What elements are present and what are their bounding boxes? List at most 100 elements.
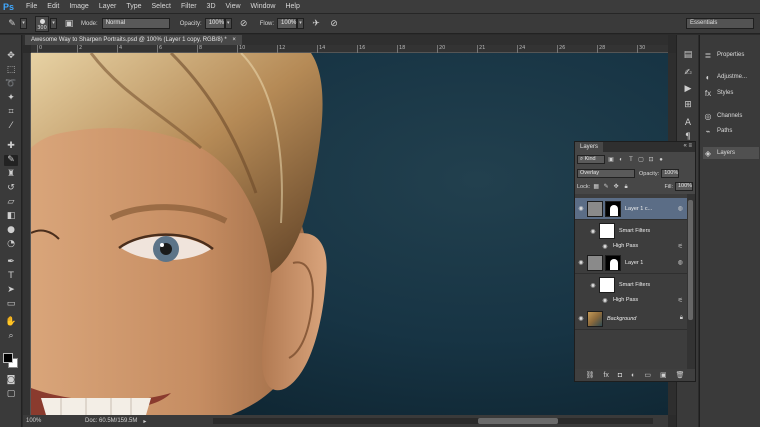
hand-tool-icon[interactable]: ✋ bbox=[4, 317, 18, 328]
pressure-opacity-icon[interactable]: ⊘ bbox=[238, 18, 250, 30]
layer-row-layer-1-copy[interactable]: ◉ Layer 1 c... ◍ bbox=[575, 198, 687, 220]
navigator-panel-icon[interactable]: ⊞ bbox=[682, 99, 694, 111]
smart-filter-mask-thumbnail[interactable] bbox=[599, 223, 615, 239]
screen-mode-icon[interactable]: ▢ bbox=[4, 389, 18, 400]
character-panel-icon[interactable]: A bbox=[682, 117, 694, 129]
dock-paths[interactable]: ⌁ Paths bbox=[703, 125, 759, 137]
dock-properties[interactable]: ≣ Properties bbox=[703, 49, 759, 61]
eyedropper-tool-icon[interactable]: ⁄ bbox=[4, 121, 18, 132]
brush-tool-icon[interactable]: ✎ bbox=[6, 18, 18, 30]
eraser-tool-icon[interactable]: ▱ bbox=[4, 197, 18, 208]
visibility-eye-icon[interactable]: ◉ bbox=[587, 282, 599, 289]
layers-scrollbar[interactable] bbox=[687, 194, 695, 369]
dock-adjustments[interactable]: ◐ Adjustme... bbox=[703, 71, 759, 83]
layer-opacity-field[interactable]: 100% bbox=[661, 169, 680, 178]
layers-tab[interactable]: Layers bbox=[575, 142, 604, 152]
status-arrow-icon[interactable]: ▸ bbox=[143, 418, 146, 425]
zoom-level[interactable]: 100% bbox=[23, 418, 45, 424]
flow-dropdown[interactable]: ▾ bbox=[297, 18, 305, 29]
flow-field[interactable]: 100% bbox=[277, 18, 298, 29]
path-select-tool-icon[interactable]: ➤ bbox=[4, 285, 18, 296]
layer-row-background[interactable]: ◉ Background 🔒︎ bbox=[575, 308, 687, 330]
pressure-size-icon[interactable]: ⊘ bbox=[328, 18, 340, 30]
visibility-eye-icon[interactable]: ◉ bbox=[575, 205, 587, 212]
shape-filter-icon[interactable]: ▢ bbox=[637, 156, 645, 164]
menu-layer[interactable]: Layer bbox=[94, 3, 122, 10]
new-adjustment-icon[interactable]: ◐ bbox=[631, 372, 635, 379]
brush-size-dropdown[interactable]: ▾ bbox=[50, 18, 57, 29]
layer-name[interactable]: Background bbox=[607, 316, 636, 322]
dock-layers[interactable]: ◈ Layers bbox=[703, 147, 759, 159]
layer-mask-thumbnail[interactable] bbox=[605, 254, 621, 271]
history-brush-tool-icon[interactable]: ↺ bbox=[4, 183, 18, 194]
layers-scroll-thumb[interactable] bbox=[688, 200, 693, 320]
dock-styles[interactable]: fx Styles bbox=[703, 87, 759, 99]
dock-channels[interactable]: ◎ Channels bbox=[703, 110, 759, 122]
blend-mode-select[interactable]: Overlay bbox=[577, 169, 635, 178]
new-group-icon[interactable]: ▭ bbox=[644, 371, 651, 379]
type-filter-icon[interactable]: T bbox=[627, 156, 635, 164]
fill-field[interactable]: 100% bbox=[675, 182, 693, 191]
zoom-tool-icon[interactable]: ⌕ bbox=[4, 331, 18, 342]
shape-tool-icon[interactable]: ▭ bbox=[4, 299, 18, 310]
add-style-icon[interactable]: fx bbox=[603, 372, 608, 379]
foreground-color-swatch[interactable] bbox=[3, 353, 13, 363]
dodge-tool-icon[interactable]: ◔ bbox=[4, 239, 18, 250]
menu-type[interactable]: Type bbox=[121, 3, 146, 10]
lock-all-icon[interactable]: 🔒︎ bbox=[622, 183, 630, 191]
gradient-tool-icon[interactable]: ◧ bbox=[4, 211, 18, 222]
pixel-filter-icon[interactable]: ▣ bbox=[607, 156, 615, 164]
menu-select[interactable]: Select bbox=[147, 3, 176, 10]
smart-filter-mask-thumbnail[interactable] bbox=[599, 277, 615, 293]
high-pass-filter-row[interactable]: ◉ High Pass ⚟ bbox=[575, 295, 687, 305]
horizontal-scrollbar[interactable] bbox=[213, 418, 653, 424]
move-tool-icon[interactable]: ✥ bbox=[4, 51, 18, 62]
tool-preset-dropdown[interactable]: ▾ bbox=[20, 18, 27, 29]
smart-filter-indicator-icon[interactable]: ◍ bbox=[678, 205, 683, 212]
filter-toggle-icon[interactable]: ● bbox=[657, 156, 665, 164]
new-layer-icon[interactable]: ▣ bbox=[660, 371, 667, 379]
visibility-eye-icon[interactable]: ◉ bbox=[575, 315, 587, 322]
crop-tool-icon[interactable]: ⌗ bbox=[4, 107, 18, 118]
menu-file[interactable]: File bbox=[21, 3, 42, 10]
airbrush-icon[interactable]: ✈ bbox=[310, 18, 322, 30]
healing-tool-icon[interactable]: ✚ bbox=[4, 141, 18, 152]
menu-edit[interactable]: Edit bbox=[42, 3, 64, 10]
smart-object-filter-icon[interactable]: ⊡ bbox=[647, 156, 655, 164]
adjustment-filter-icon[interactable]: ◐ bbox=[617, 156, 625, 164]
lock-pixels-icon[interactable]: ✎ bbox=[602, 183, 610, 191]
horizontal-scroll-thumb[interactable] bbox=[478, 418, 558, 424]
mode-select[interactable]: Normal bbox=[101, 18, 170, 29]
smart-filter-indicator-icon[interactable]: ◍ bbox=[678, 259, 683, 266]
brush-presets-icon[interactable]: ✍ bbox=[682, 67, 694, 79]
menu-view[interactable]: View bbox=[221, 3, 246, 10]
clone-stamp-tool-icon[interactable]: ♜ bbox=[4, 169, 18, 180]
brush-tool-icon[interactable]: ✎ bbox=[4, 155, 18, 166]
add-mask-icon[interactable]: ◘ bbox=[618, 372, 622, 379]
layer-mask-thumbnail[interactable] bbox=[605, 200, 621, 217]
opacity-dropdown[interactable]: ▾ bbox=[224, 18, 232, 29]
layer-name[interactable]: Layer 1 c... bbox=[625, 206, 652, 212]
menu-filter[interactable]: Filter bbox=[176, 3, 202, 10]
panel-menu-icon[interactable]: « ≡ bbox=[683, 143, 692, 149]
lock-position-icon[interactable]: ✥ bbox=[612, 183, 620, 191]
smart-filters-row[interactable]: ◉ Smart Filters bbox=[575, 222, 687, 240]
pen-tool-icon[interactable]: ✒ bbox=[4, 257, 18, 268]
lock-transparency-icon[interactable]: ▦ bbox=[592, 183, 600, 191]
menu-3d[interactable]: 3D bbox=[202, 3, 221, 10]
marquee-tool-icon[interactable]: ⬚ bbox=[4, 65, 18, 76]
quick-mask-icon[interactable]: ◙ bbox=[4, 375, 18, 386]
lasso-tool-icon[interactable]: ➰ bbox=[4, 79, 18, 90]
blur-tool-icon[interactable]: ● bbox=[4, 225, 18, 236]
delete-layer-icon[interactable]: 🗑︎ bbox=[676, 371, 685, 379]
smart-filters-row[interactable]: ◉ Smart Filters bbox=[575, 276, 687, 294]
high-pass-filter-row[interactable]: ◉ High Pass ⚟ bbox=[575, 241, 687, 251]
history-panel-icon[interactable]: ▤ bbox=[682, 49, 694, 61]
actions-panel-icon[interactable]: ▶ bbox=[682, 83, 694, 95]
visibility-eye-icon[interactable]: ◉ bbox=[575, 259, 587, 266]
document-size-info[interactable]: Doc: 60.5M/159.5M bbox=[85, 418, 137, 424]
workspace-select[interactable]: Essentials bbox=[686, 18, 754, 29]
filter-blending-options-icon[interactable]: ⚟ bbox=[678, 243, 683, 250]
quick-select-tool-icon[interactable]: ✦ bbox=[4, 93, 18, 104]
close-tab-icon[interactable]: × bbox=[232, 37, 236, 43]
